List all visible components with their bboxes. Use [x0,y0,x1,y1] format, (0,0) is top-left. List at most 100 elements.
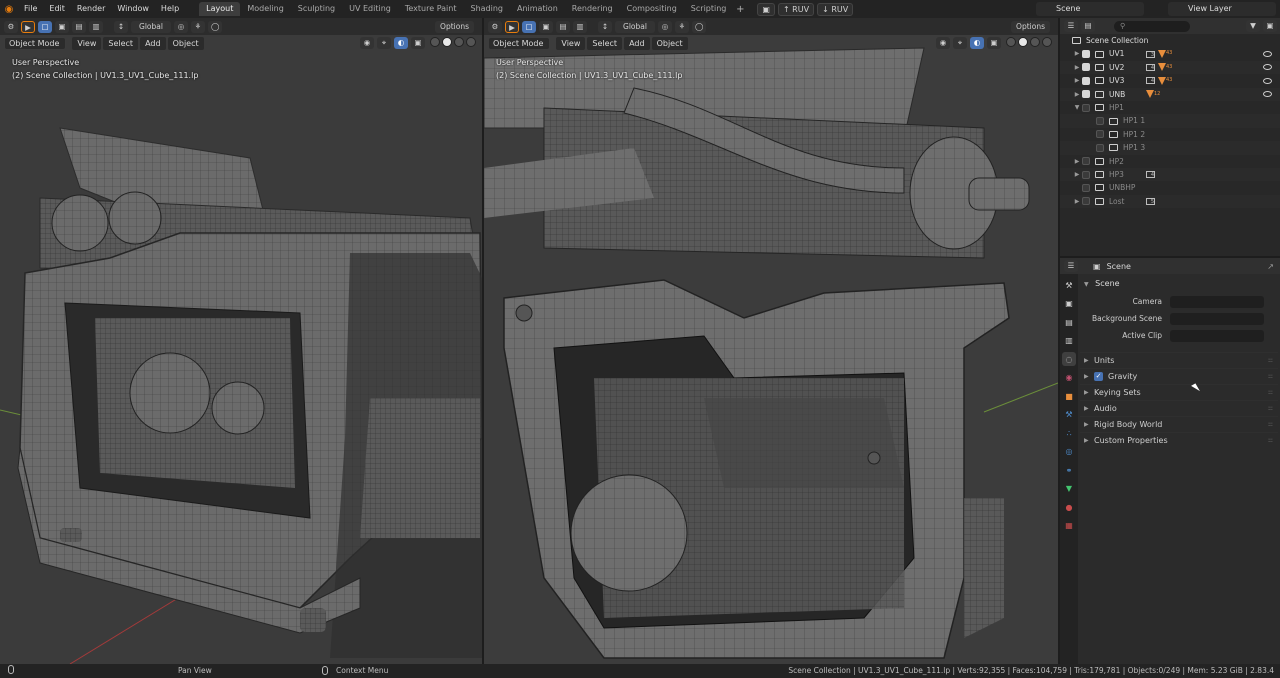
pivot-icon[interactable]: ◎ [174,20,188,33]
select-mode-intersect-icon[interactable]: ▥ [573,20,587,33]
xray-icon[interactable]: ▣ [987,37,1001,49]
tree-row-hp1[interactable]: ▼ HP1 [1060,101,1280,114]
tab-compositing[interactable]: Compositing [620,2,684,16]
drag-handle-icon[interactable]: :::: [1268,433,1273,449]
visibility-icon[interactable]: ◉ [936,37,950,49]
material-shading-icon[interactable] [454,37,464,47]
options-button[interactable]: Options [1011,20,1050,33]
outliner-search-input[interactable]: ⚲ [1114,20,1190,32]
transform-orientation-icon[interactable]: ↕ [598,20,612,33]
tab-uv-editing[interactable]: UV Editing [342,2,398,16]
snap-icon[interactable]: ⚘ [191,20,205,33]
tree-row-hp1-3[interactable]: HP1 3 [1060,141,1280,155]
rendered-shading-icon[interactable] [466,37,476,47]
exclude-checkbox[interactable] [1096,117,1104,126]
expand-toggle-icon[interactable]: ▶ [1072,74,1082,87]
pin-icon[interactable]: ↗ [1267,262,1274,271]
visibility-eye-icon[interactable] [1263,64,1272,71]
tree-row-uv3[interactable]: ▶ UV3 4 43 [1060,74,1280,87]
tab-layout[interactable]: Layout [199,2,241,16]
drag-handle-icon[interactable]: :::: [1268,401,1273,417]
menu-select[interactable]: Select [587,36,623,50]
object-count-badge[interactable]: 4 [1146,171,1155,179]
tree-row-hp3[interactable]: ▶ HP3 4 [1060,167,1280,182]
menu-edit[interactable]: Edit [43,0,71,18]
scene-tab-icon[interactable]: ◌ [1062,352,1076,366]
select-tool-icon[interactable]: ▶ [21,20,35,33]
custom-properties-panel[interactable]: ▶ Custom Properties :::: [1080,432,1278,448]
view-layer-selector[interactable]: View Layer [1168,2,1276,16]
menu-add[interactable]: Add [624,36,650,50]
render-tab-icon[interactable]: ▣ [1062,297,1076,311]
tab-modeling[interactable]: Modeling [240,2,290,16]
expand-toggle-icon[interactable]: ▶ [1072,88,1082,101]
scene-panel-header[interactable]: ▼ Scene [1080,276,1278,291]
gravity-panel[interactable]: ▶ ✓ Gravity :::: [1080,368,1278,384]
gravity-checkbox[interactable]: ✓ [1094,372,1103,381]
view-layer-tab-icon[interactable]: ▥ [1062,334,1076,348]
solid-shading-icon[interactable] [442,37,452,47]
select-mode-extend-icon[interactable]: ▣ [539,20,553,33]
overlay-icon[interactable]: ◐ [394,37,408,49]
particles-tab-icon[interactable]: ∴ [1062,426,1076,440]
drag-handle-icon[interactable]: :::: [1268,385,1273,401]
object-count-badge[interactable]: 3 [1146,50,1155,58]
select-mode-new-icon[interactable]: ▢ [522,20,536,33]
exclude-checkbox[interactable] [1096,143,1104,152]
wireframe-shading-icon[interactable] [1006,37,1016,47]
select-mode-new-icon[interactable]: ▢ [38,20,52,33]
tab-rendering[interactable]: Rendering [565,2,620,16]
mesh-data-icon[interactable] [1158,76,1166,85]
editor-type-icon[interactable]: ☰ [1064,20,1078,32]
rigid-body-world-panel[interactable]: ▶ Rigid Body World :::: [1080,416,1278,432]
menu-object[interactable]: Object [167,36,204,50]
exclude-checkbox[interactable] [1082,76,1090,85]
menu-render[interactable]: Render [71,0,111,18]
object-mode-select[interactable]: Object Mode [4,36,67,50]
data-tab-icon[interactable]: ▼ [1062,482,1076,496]
mesh-data-icon[interactable] [1158,63,1166,72]
object-tab-icon[interactable]: ■ [1062,389,1076,403]
texture-tab-icon[interactable]: ▦ [1062,519,1076,533]
exclude-checkbox[interactable] [1082,197,1090,206]
tool-tab-icon[interactable]: ⚒ [1062,278,1076,292]
rendered-shading-icon[interactable] [1042,37,1052,47]
addon-icon[interactable]: ▣ [757,2,775,16]
scene-selector[interactable]: Scene [1036,2,1144,16]
options-button[interactable]: Options [435,20,474,33]
tab-animation[interactable]: Animation [510,2,565,16]
object-mode-select[interactable]: Object Mode [488,36,551,50]
gizmo-icon[interactable]: ⌖ [953,37,967,49]
world-tab-icon[interactable]: ◉ [1062,371,1076,385]
tree-row-unbhp[interactable]: UNBHP [1060,181,1280,194]
proportional-edit-icon[interactable]: ◯ [208,20,223,33]
menu-object[interactable]: Object [651,36,688,50]
tree-row-hp1-2[interactable]: HP1 2 [1060,128,1280,141]
menu-window[interactable]: Window [111,0,155,18]
drag-handle-icon[interactable]: :::: [1268,417,1273,433]
material-tab-icon[interactable]: ● [1062,500,1076,514]
editor-type-icon[interactable]: ☰ [1064,260,1078,272]
expand-toggle-icon[interactable]: ▶ [1072,47,1082,60]
editor-type-icon[interactable]: ⚙ [4,20,18,33]
exclude-checkbox[interactable] [1096,130,1104,139]
solid-shading-icon[interactable] [1018,37,1028,47]
object-count-badge[interactable]: 4 [1146,77,1155,85]
new-collection-icon[interactable]: ▣ [1263,20,1277,32]
modifier-tab-icon[interactable]: ⚒ [1062,408,1076,422]
ruv-down-button[interactable]: ↓ RUV [817,2,854,16]
exclude-checkbox[interactable] [1082,90,1090,99]
audio-panel[interactable]: ▶ Audio :::: [1080,400,1278,416]
overlay-icon[interactable]: ◐ [970,37,984,49]
menu-add[interactable]: Add [140,36,166,50]
constraints-tab-icon[interactable]: ⚭ [1062,463,1076,477]
physics-tab-icon[interactable]: ◎ [1062,445,1076,459]
tree-row-hp1-1[interactable]: HP1 1 [1060,114,1280,128]
transform-orientation-select[interactable]: Global [615,20,655,33]
select-mode-subtract-icon[interactable]: ▤ [556,20,570,33]
mesh-data-icon[interactable] [1158,50,1166,59]
proportional-edit-icon[interactable]: ◯ [692,20,707,33]
expand-toggle-icon[interactable]: ▶ [1072,168,1082,181]
output-tab-icon[interactable]: ▤ [1062,315,1076,329]
snap-icon[interactable]: ⚘ [675,20,689,33]
